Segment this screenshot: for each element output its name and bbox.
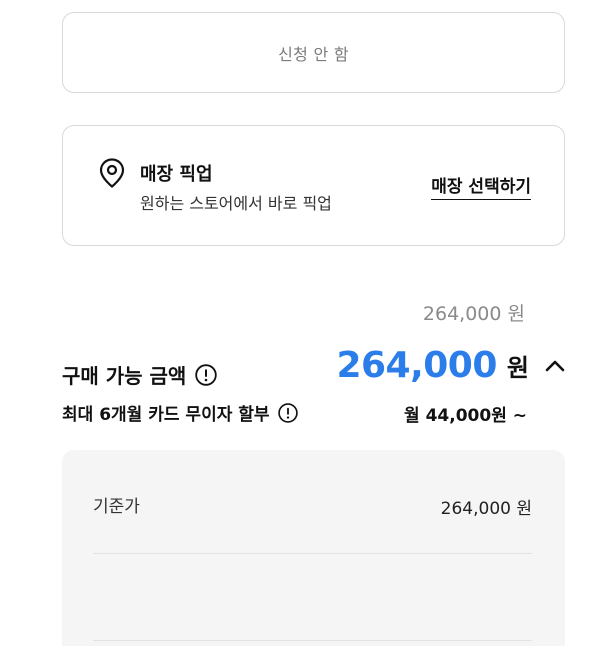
installment-value: 월 44,000원 ~ <box>404 406 527 426</box>
select-store-link[interactable]: 매장 선택하기 <box>431 172 531 200</box>
purchase-amount-label-row: 구매 가능 금액 <box>62 360 218 389</box>
info-icon[interactable] <box>277 402 298 423</box>
detail-row-label: 기준가 <box>93 497 140 517</box>
purchase-amount-label: 구매 가능 금액 <box>62 364 187 388</box>
no-apply-option[interactable]: 신청 안 함 <box>62 12 565 93</box>
store-pickup-option[interactable]: 매장 픽업 원하는 스토어에서 바로 픽업 매장 선택하기 <box>62 125 565 246</box>
chevron-up-icon[interactable] <box>545 359 565 373</box>
purchase-amount-row: 264,000 원 <box>336 345 565 386</box>
price-detail-panel: 기준가 264,000 원 <box>62 450 565 646</box>
checkout-page: 신청 안 함 매장 픽업 원하는 스토어에서 바로 픽업 매장 선택하기 264… <box>0 0 589 646</box>
installment-label-row: 최대 6개월 카드 무이자 할부 <box>62 400 298 425</box>
divider <box>93 640 532 641</box>
currency-unit: 원 <box>506 354 529 382</box>
original-price: 264,000 원 <box>422 303 525 325</box>
info-icon[interactable] <box>195 363 218 386</box>
no-apply-label: 신청 안 함 <box>278 44 349 64</box>
installment-label: 최대 6개월 카드 무이자 할부 <box>62 405 270 425</box>
detail-row-value: 264,000 원 <box>440 499 532 519</box>
pickup-title: 매장 픽업 <box>140 164 213 185</box>
location-pin-icon <box>99 158 125 188</box>
purchase-amount: 264,000 <box>336 345 497 386</box>
divider <box>93 553 532 554</box>
pickup-subtitle: 원하는 스토어에서 바로 픽업 <box>140 194 332 213</box>
